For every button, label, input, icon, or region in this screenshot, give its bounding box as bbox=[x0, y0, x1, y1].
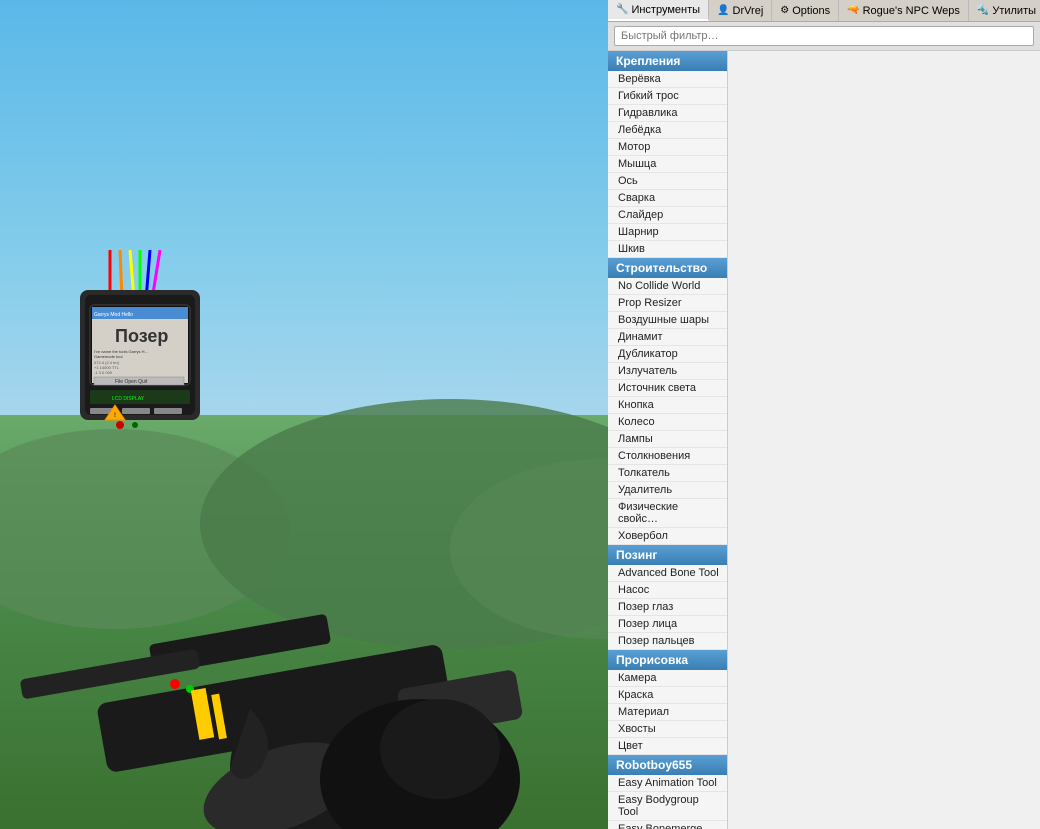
filter-input[interactable] bbox=[614, 26, 1034, 46]
list-item[interactable]: Кнопка bbox=[608, 397, 727, 414]
tab-utilities[interactable]: 🔩 Утилиты bbox=[969, 0, 1040, 21]
gear-icon: ⚙ bbox=[780, 5, 789, 16]
category-pozing-label: Позинг bbox=[616, 548, 657, 562]
list-item[interactable]: Дубликатор bbox=[608, 346, 727, 363]
tab-instruments[interactable]: 🔧 Инструменты bbox=[608, 0, 709, 21]
list-item[interactable]: Easy Bonemerge Tool bbox=[608, 821, 727, 829]
gun-icon: 🔫 bbox=[847, 5, 859, 16]
list-item[interactable]: Позер пальцев bbox=[608, 633, 727, 650]
list-item[interactable]: Позер глаз bbox=[608, 599, 727, 616]
list-item[interactable]: Prop Resizer bbox=[608, 295, 727, 312]
list-item[interactable]: Воздушные шары bbox=[608, 312, 727, 329]
list-item[interactable]: Физические свойс… bbox=[608, 499, 727, 528]
list-item[interactable]: Ховербол bbox=[608, 528, 727, 545]
wrench2-icon: 🔩 bbox=[977, 5, 989, 16]
list-item[interactable]: Ось bbox=[608, 173, 727, 190]
list-item[interactable]: Краска bbox=[608, 687, 727, 704]
list-item[interactable]: No Collide World bbox=[608, 278, 727, 295]
list-item[interactable]: Гидравлика bbox=[608, 105, 727, 122]
list-item[interactable]: Слайдер bbox=[608, 207, 727, 224]
list-item[interactable]: Колесо bbox=[608, 414, 727, 431]
list-item[interactable]: Лебёдка bbox=[608, 122, 727, 139]
game-viewport: Garrys Mod Hello Позер I've name the too… bbox=[0, 0, 608, 829]
tool-list: Крепления Верёвка Гибкий трос Гидравлика… bbox=[608, 51, 728, 829]
category-robotboy655[interactable]: Robotboy655 bbox=[608, 755, 727, 775]
list-item[interactable]: Сварка bbox=[608, 190, 727, 207]
right-panel: 🔧 Инструменты 👤 DrVrej ⚙ Options 🔫 Rogue… bbox=[608, 0, 1040, 829]
detail-panel bbox=[728, 51, 1040, 829]
category-prorisovka[interactable]: Прорисовка bbox=[608, 650, 727, 670]
category-pozing[interactable]: Позинг bbox=[608, 545, 727, 565]
list-item[interactable]: Цвет bbox=[608, 738, 727, 755]
list-item[interactable]: Easy Bodygroup Tool bbox=[608, 792, 727, 821]
list-item[interactable]: Advanced Bone Tool bbox=[608, 565, 727, 582]
list-item[interactable]: Динамит bbox=[608, 329, 727, 346]
list-item[interactable]: Насос bbox=[608, 582, 727, 599]
person-icon: 👤 bbox=[717, 5, 729, 16]
list-item[interactable]: Лампы bbox=[608, 431, 727, 448]
list-item[interactable]: Источник света bbox=[608, 380, 727, 397]
list-item[interactable]: Шкив bbox=[608, 241, 727, 258]
category-stroitelstvo[interactable]: Строительство bbox=[608, 258, 727, 278]
list-item[interactable]: Шарнир bbox=[608, 224, 727, 241]
weapon-hand bbox=[0, 290, 608, 829]
tab-bar: 🔧 Инструменты 👤 DrVrej ⚙ Options 🔫 Rogue… bbox=[608, 0, 1040, 22]
tab-rogues-npc-label: Rogue's NPC Weps bbox=[863, 5, 960, 17]
list-item[interactable]: Гибкий трос bbox=[608, 88, 727, 105]
list-item[interactable]: Столкновения bbox=[608, 448, 727, 465]
tab-options[interactable]: ⚙ Options bbox=[772, 0, 839, 21]
list-item[interactable]: Излучатель bbox=[608, 363, 727, 380]
list-item[interactable]: Мышца bbox=[608, 156, 727, 173]
list-item[interactable]: Камера bbox=[608, 670, 727, 687]
category-kreplenia-label: Крепления bbox=[616, 54, 680, 68]
category-prorisovka-label: Прорисовка bbox=[616, 653, 688, 667]
list-item[interactable]: Мотор bbox=[608, 139, 727, 156]
tab-instruments-label: Инструменты bbox=[631, 4, 700, 16]
list-item[interactable]: Удалитель bbox=[608, 482, 727, 499]
list-item[interactable]: Easy Animation Tool bbox=[608, 775, 727, 792]
tab-rogues-npc[interactable]: 🔫 Rogue's NPC Weps bbox=[839, 0, 969, 21]
list-item[interactable]: Материал bbox=[608, 704, 727, 721]
list-item[interactable]: Толкатель bbox=[608, 465, 727, 482]
list-item[interactable]: Верёвка bbox=[608, 71, 727, 88]
tab-drvrej[interactable]: 👤 DrVrej bbox=[709, 0, 772, 21]
category-stroitelstvo-label: Строительство bbox=[616, 261, 707, 275]
tab-options-label: Options bbox=[792, 5, 830, 17]
filter-bar bbox=[608, 22, 1040, 51]
tab-drvrej-label: DrVrej bbox=[733, 5, 764, 17]
list-item[interactable]: Хвосты bbox=[608, 721, 727, 738]
category-robotboy655-label: Robotboy655 bbox=[616, 758, 692, 772]
tab-utilities-label: Утилиты bbox=[992, 5, 1036, 17]
list-item[interactable]: Позер лица bbox=[608, 616, 727, 633]
wrench-icon: 🔧 bbox=[616, 4, 628, 15]
category-kreplenia[interactable]: Крепления bbox=[608, 51, 727, 71]
